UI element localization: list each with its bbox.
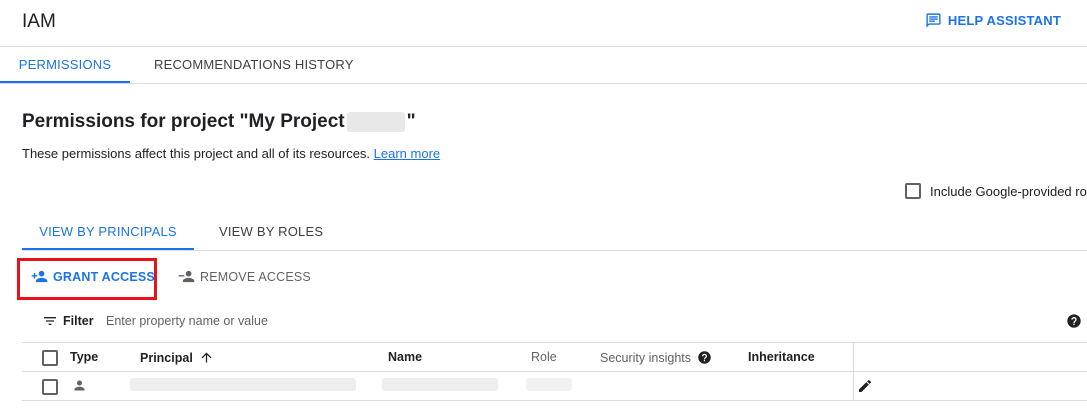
grant-access-button[interactable]: GRANT ACCESS: [31, 268, 155, 285]
filter-icon[interactable]: [42, 313, 58, 329]
column-security-insights: Security insights: [600, 350, 712, 365]
column-role-label: Role: [531, 350, 557, 364]
grant-access-label: GRANT ACCESS: [53, 269, 155, 284]
page-title: Permissions for project "My Project ": [22, 111, 416, 133]
tab-view-by-roles[interactable]: VIEW BY ROLES: [219, 216, 323, 249]
view-tab-bar: VIEW BY PRINCIPALS VIEW BY ROLES: [22, 216, 1087, 251]
page-title-prefix: Permissions for project "My Project: [22, 111, 345, 132]
redacted-name: [382, 378, 498, 391]
column-inheritance-label: Inheritance: [748, 350, 815, 364]
include-google-roles-checkbox[interactable]: [905, 183, 921, 199]
page-title-suffix: ": [406, 111, 416, 132]
row-select-checkbox[interactable]: [42, 379, 58, 395]
column-name-label: Name: [388, 350, 423, 364]
column-principal-label: Principal: [140, 350, 193, 365]
include-google-roles-label: Include Google-provided rol: [930, 183, 1087, 199]
redacted-principal: [130, 378, 356, 391]
column-name: Name: [388, 350, 422, 364]
column-type: Type: [70, 350, 98, 364]
column-security-insights-label: Security insights: [600, 350, 692, 365]
tab-permissions[interactable]: PERMISSIONS: [0, 47, 130, 83]
filter-label: Filter: [63, 314, 94, 328]
column-type-label: Type: [70, 350, 99, 364]
principals-table: Type Principal Name Role Security insigh…: [22, 342, 1087, 411]
table-header-row: Type Principal Name Role Security insigh…: [22, 343, 1087, 372]
column-role: Role: [531, 350, 557, 364]
help-assistant-label: HELP ASSISTANT: [947, 13, 1061, 28]
column-principal[interactable]: Principal: [140, 350, 214, 365]
help-icon[interactable]: [697, 350, 712, 365]
select-all-checkbox[interactable]: [42, 350, 58, 366]
column-inheritance: Inheritance: [748, 350, 815, 364]
help-assistant-button[interactable]: HELP ASSISTANT: [925, 12, 1061, 29]
description-text: These permissions affect this project an…: [22, 146, 371, 161]
remove-access-label: REMOVE ACCESS: [200, 269, 311, 284]
redacted-project-id: [346, 112, 405, 132]
chat-feedback-icon: [926, 13, 941, 28]
redacted-role: [526, 378, 572, 391]
sort-ascending-arrow-icon[interactable]: [199, 350, 214, 365]
include-google-roles-toggle[interactable]: Include Google-provided rol: [905, 183, 1087, 199]
app-header: IAM HELP ASSISTANT: [0, 0, 1087, 47]
filter-bar: Filter: [22, 306, 1087, 336]
main-tab-bar: PERMISSIONS RECOMMENDATIONS HISTORY: [0, 47, 1087, 84]
iam-page: IAM HELP ASSISTANT PERMISSIONS RECOMMEND…: [0, 0, 1087, 411]
person-remove-icon: [178, 270, 195, 283]
learn-more-link[interactable]: Learn more: [374, 146, 440, 161]
tab-view-by-principals[interactable]: VIEW BY PRINCIPALS: [22, 216, 194, 250]
remove-access-button[interactable]: REMOVE ACCESS: [178, 268, 311, 285]
filter-input[interactable]: [104, 309, 508, 333]
person-icon: [74, 380, 85, 391]
tab-recommendations-history[interactable]: RECOMMENDATIONS HISTORY: [154, 47, 354, 82]
page-description: These permissions affect this project an…: [22, 146, 440, 161]
edit-pencil-icon[interactable]: [857, 378, 873, 394]
page-header-title: IAM: [22, 11, 56, 32]
help-icon[interactable]: [1066, 313, 1082, 329]
person-add-icon: [31, 270, 48, 283]
table-row: [22, 372, 1087, 401]
